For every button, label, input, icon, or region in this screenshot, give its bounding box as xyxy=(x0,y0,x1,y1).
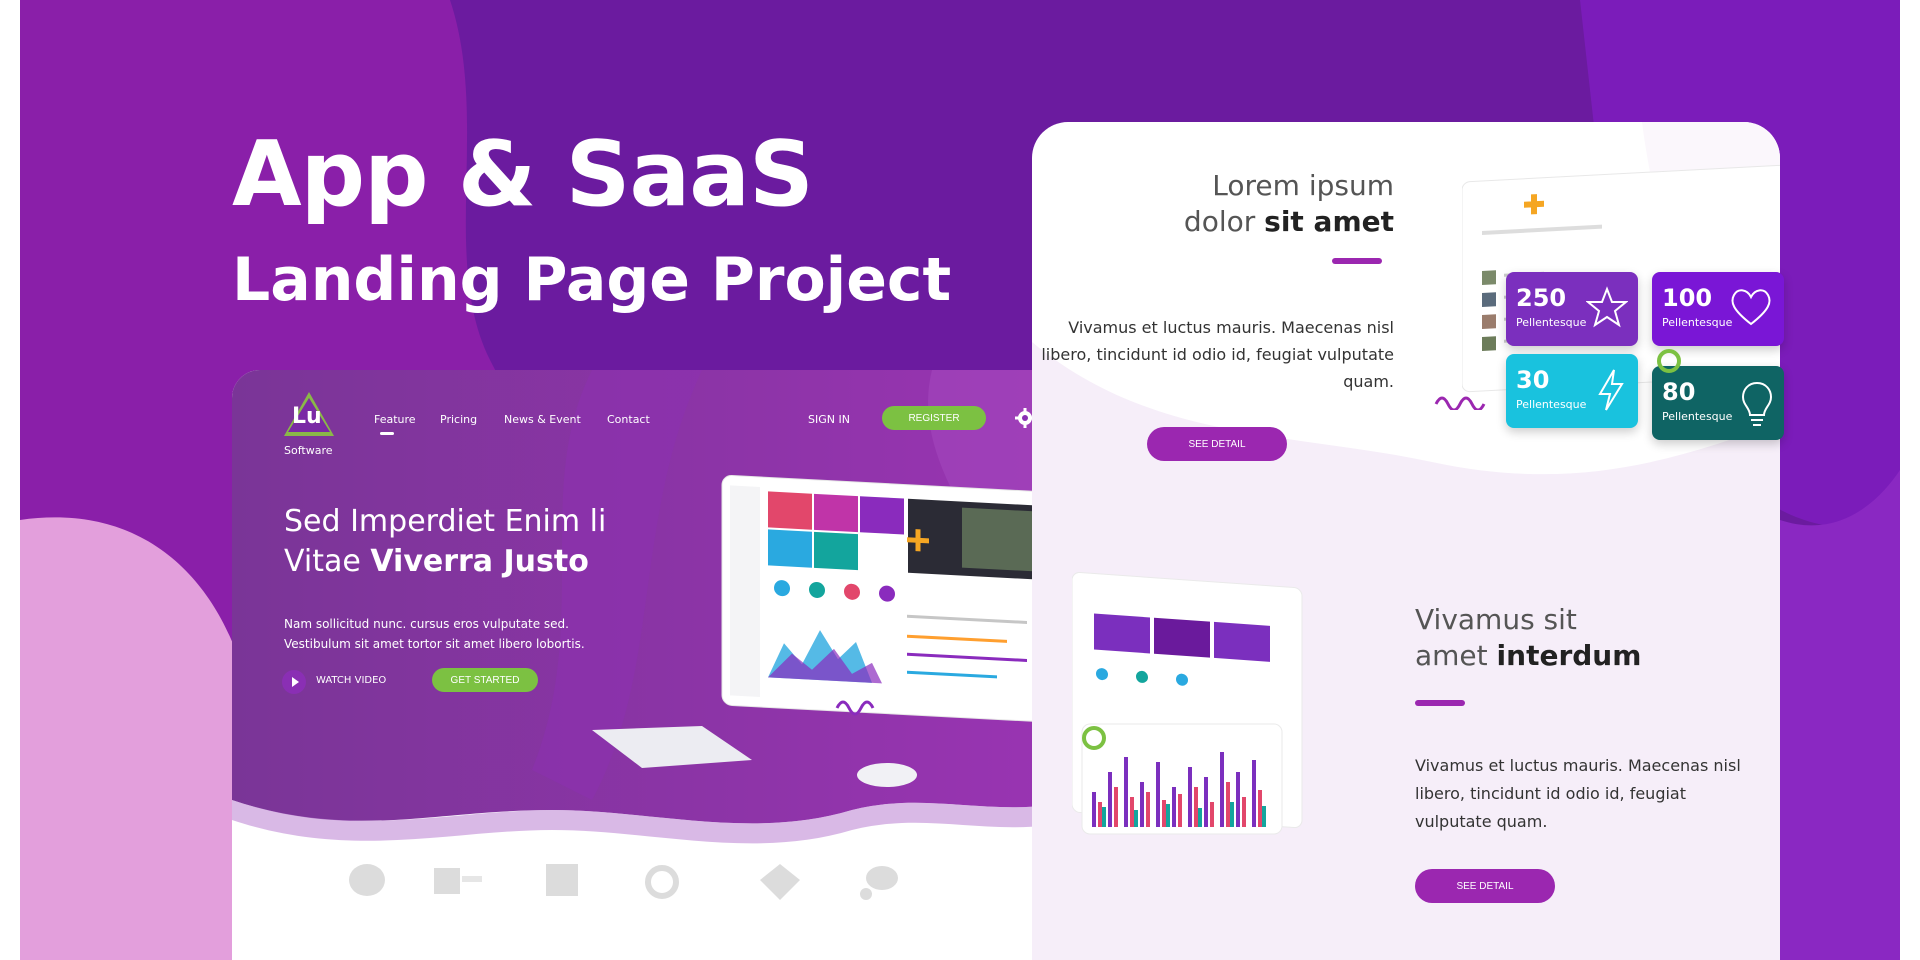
section2-heading-bold: interdum xyxy=(1496,639,1642,672)
logo-text[interactable]: Lu xyxy=(292,404,322,429)
decor-ring xyxy=(1657,349,1681,373)
hero-headline-plain: Vitae xyxy=(284,544,371,579)
section1-see-detail-button[interactable]: SEE DETAIL xyxy=(1147,427,1287,461)
partner-logo-6 xyxy=(860,866,898,900)
stat-label: Pellentesque xyxy=(1662,316,1733,329)
heart-icon xyxy=(1731,289,1771,326)
decor-squiggle xyxy=(1434,396,1486,410)
hero-headline-line1: Sed Imperdiet Enim li xyxy=(284,504,607,539)
nav-active-indicator xyxy=(380,432,394,435)
hero-headline: Sed Imperdiet Enim li Vitae Viverra Just… xyxy=(284,502,606,582)
stat-card: 250 Pellentesque xyxy=(1506,272,1638,346)
lightning-icon xyxy=(1598,369,1624,411)
partner-logo-4 xyxy=(645,865,679,899)
stat-card: 80 Pellentesque xyxy=(1652,366,1784,440)
landing-page-mockup: Lu Software Feature Pricing News & Event… xyxy=(232,370,1080,960)
feature-page-mockup: Lorem ipsum dolor sit amet Vivamus et lu… xyxy=(1032,122,1780,960)
hero-subtitle: Landing Page Project xyxy=(232,245,952,315)
dashboard-screenshot xyxy=(1072,572,1303,835)
section2-divider xyxy=(1415,700,1465,706)
lightbulb-icon xyxy=(1741,381,1773,426)
section1-heading: Lorem ipsum dolor sit amet xyxy=(1184,168,1394,240)
stat-label: Pellentesque xyxy=(1516,316,1587,329)
get-started-button[interactable]: GET STARTED xyxy=(432,668,538,692)
section2-heading-plain: amet xyxy=(1415,639,1497,672)
stat-card: 30 Pellentesque xyxy=(1506,354,1638,428)
section2-paragraph: Vivamus et luctus mauris. Maecenas nisl … xyxy=(1415,756,1741,831)
star-icon xyxy=(1586,286,1628,328)
hero-title: App & SaaS xyxy=(232,122,814,227)
section1-heading-line1: Lorem ipsum xyxy=(1212,169,1394,202)
stat-label: Pellentesque xyxy=(1662,410,1733,423)
section2-see-detail-button[interactable]: SEE DETAIL xyxy=(1415,869,1555,903)
section1-heading-plain: dolor xyxy=(1183,205,1265,238)
hero-paragraph: Nam sollicitud nunc. cursus eros vulputa… xyxy=(284,617,585,651)
register-button[interactable]: REGISTER xyxy=(882,406,986,430)
play-icon[interactable] xyxy=(282,670,306,694)
sign-in-link[interactable]: SIGN IN xyxy=(808,413,850,426)
section2-heading-line1: Vivamus sit xyxy=(1415,603,1577,636)
nav-item-news-event[interactable]: News & Event xyxy=(504,413,581,426)
landing-showcase: App & SaaS Landing Page Project Lu Softw… xyxy=(20,0,1900,960)
partner-logo-5 xyxy=(760,864,800,900)
stat-value: 250 xyxy=(1516,284,1567,312)
watch-video-link[interactable]: WATCH VIDEO xyxy=(316,675,386,686)
section1-divider xyxy=(1332,258,1382,264)
partner-logo-1 xyxy=(349,864,385,896)
section1-paragraph: Vivamus et luctus mauris. Maecenas nisl … xyxy=(1041,318,1394,391)
nav-item-pricing[interactable]: Pricing xyxy=(440,413,477,426)
partner-logos xyxy=(232,860,1080,910)
section2-heading: Vivamus sit amet interdum xyxy=(1415,602,1641,674)
nav-item-feature[interactable]: Feature xyxy=(374,413,416,426)
nav-item-contact[interactable]: Contact xyxy=(607,413,650,426)
stat-card: 100 Pellentesque xyxy=(1652,272,1784,346)
stat-value: 80 xyxy=(1662,378,1696,406)
stat-value: 30 xyxy=(1516,366,1550,394)
partner-logo-3 xyxy=(546,864,578,896)
logo-subtitle: Software xyxy=(284,444,333,457)
partner-logo-2 xyxy=(434,868,482,894)
hero-headline-bold: Viverra Justo xyxy=(370,544,589,579)
stat-label: Pellentesque xyxy=(1516,398,1587,411)
stat-value: 100 xyxy=(1662,284,1713,312)
section1-heading-bold: sit amet xyxy=(1264,205,1394,238)
